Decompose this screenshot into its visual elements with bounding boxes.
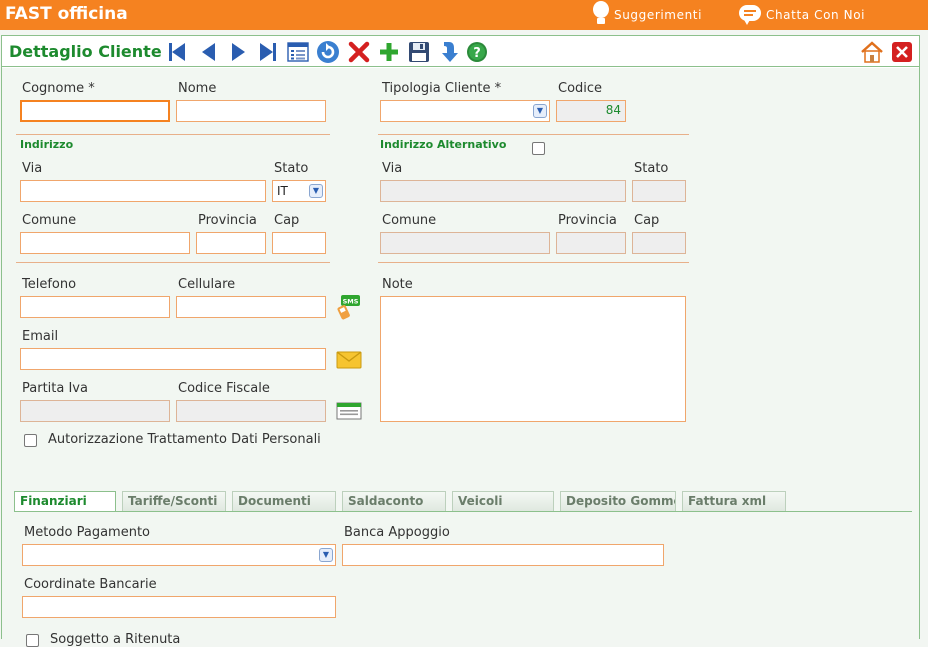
indirizzo-section-title: Indirizzo xyxy=(20,138,74,151)
tab-saldaconto[interactable]: Saldaconto xyxy=(342,491,446,511)
via-input[interactable] xyxy=(20,180,266,202)
nome-label: Nome xyxy=(178,81,217,96)
coordinate-bancarie-label: Coordinate Bancarie xyxy=(24,577,157,592)
divider xyxy=(16,262,330,263)
tax-code-card-icon[interactable] xyxy=(336,401,362,421)
divider xyxy=(16,134,330,135)
suggestions-link[interactable]: Suggerimenti xyxy=(591,0,702,30)
stato-alt-input[interactable] xyxy=(632,180,686,202)
save-icon[interactable] xyxy=(407,40,431,64)
cognome-input[interactable] xyxy=(20,100,170,122)
privacy-label: Autorizzazione Trattamento Dati Personal… xyxy=(48,432,321,447)
stato-select[interactable]: IT ▼ xyxy=(272,180,326,202)
stato-value: IT xyxy=(277,184,288,198)
download-icon[interactable] xyxy=(437,40,461,64)
chat-bubble-icon xyxy=(739,3,763,27)
nome-input[interactable] xyxy=(176,100,326,122)
stato-alt-label: Stato xyxy=(634,161,669,176)
email-input[interactable] xyxy=(20,348,326,370)
piva-label: Partita Iva xyxy=(22,381,88,396)
ritenuta-checkbox[interactable] xyxy=(26,634,39,647)
cap-label: Cap xyxy=(274,213,300,228)
prev-record-icon[interactable] xyxy=(196,40,220,64)
add-icon[interactable] xyxy=(377,40,401,64)
tab-divider xyxy=(14,511,912,512)
cellulare-label: Cellulare xyxy=(178,277,236,292)
comune-alt-label: Comune xyxy=(382,213,437,228)
cap-alt-label: Cap xyxy=(634,213,660,228)
via-alt-label: Via xyxy=(382,161,403,176)
telefono-label: Telefono xyxy=(22,277,77,292)
cf-input[interactable] xyxy=(176,400,326,422)
help-icon[interactable]: ? xyxy=(465,40,489,64)
cognome-label: Cognome * xyxy=(22,81,95,96)
provincia-alt-label: Provincia xyxy=(558,213,617,228)
cap-alt-input[interactable] xyxy=(632,232,686,254)
stato-label: Stato xyxy=(274,161,309,176)
email-label: Email xyxy=(22,329,59,344)
chevron-down-icon: ▼ xyxy=(319,548,333,562)
note-label: Note xyxy=(382,277,413,292)
tab-veicoli[interactable]: Veicoli xyxy=(452,491,554,511)
note-textarea[interactable] xyxy=(380,296,686,422)
banca-appoggio-input[interactable] xyxy=(342,544,664,566)
svg-text:?: ? xyxy=(473,46,481,61)
chevron-down-icon: ▼ xyxy=(533,104,547,118)
client-detail-panel: Dettaglio Cliente ? Cognome * Nome Tipol… xyxy=(1,35,920,647)
refresh-icon[interactable] xyxy=(316,40,340,64)
delete-icon[interactable] xyxy=(347,40,371,64)
metodo-pagamento-label: Metodo Pagamento xyxy=(24,525,150,540)
via-alt-input[interactable] xyxy=(380,180,626,202)
svg-text:SMS: SMS xyxy=(343,298,359,306)
chat-link[interactable]: Chatta Con Noi xyxy=(739,0,865,30)
ritenuta-label: Soggetto a Ritenuta xyxy=(50,632,181,647)
next-record-icon[interactable] xyxy=(226,40,250,64)
provincia-label: Provincia xyxy=(198,213,257,228)
sms-icon[interactable]: SMS xyxy=(336,294,362,320)
tab-fattura-xml[interactable]: Fattura xml xyxy=(682,491,786,511)
tab-finanziari[interactable]: Finanziari xyxy=(14,491,116,512)
close-icon[interactable] xyxy=(890,40,914,64)
banca-appoggio-label: Banca Appoggio xyxy=(344,525,450,540)
provincia-alt-input[interactable] xyxy=(556,232,626,254)
telefono-input[interactable] xyxy=(20,296,170,318)
cf-label: Codice Fiscale xyxy=(178,381,270,396)
metodo-pagamento-select[interactable]: ▼ xyxy=(22,544,336,566)
envelope-icon[interactable] xyxy=(336,350,362,370)
cap-input[interactable] xyxy=(272,232,326,254)
comune-alt-input[interactable] xyxy=(380,232,550,254)
tab-tariffe-sconti[interactable]: Tariffe/Sconti xyxy=(122,491,226,511)
comune-input[interactable] xyxy=(20,232,190,254)
tab-deposito-gomme[interactable]: Deposito Gomme xyxy=(560,491,676,511)
list-icon[interactable] xyxy=(286,40,310,64)
indirizzo-alt-checkbox[interactable] xyxy=(532,142,545,155)
panel-title: Dettaglio Cliente xyxy=(9,42,162,61)
via-label: Via xyxy=(22,161,43,176)
first-record-icon[interactable] xyxy=(165,40,189,64)
lightbulb-icon xyxy=(591,1,611,29)
last-record-icon[interactable] xyxy=(256,40,280,64)
piva-input[interactable] xyxy=(20,400,170,422)
privacy-checkbox[interactable] xyxy=(24,434,37,447)
panel-header: Dettaglio Cliente ? xyxy=(2,36,919,67)
divider xyxy=(378,262,689,263)
home-icon[interactable] xyxy=(860,40,884,64)
indirizzo-alt-section-title: Indirizzo Alternativo xyxy=(380,138,507,151)
cellulare-input[interactable] xyxy=(176,296,326,318)
tab-documenti[interactable]: Documenti xyxy=(232,491,336,511)
codice-label: Codice xyxy=(558,81,603,96)
codice-field: 84 xyxy=(556,100,626,122)
comune-label: Comune xyxy=(22,213,77,228)
provincia-input[interactable] xyxy=(196,232,266,254)
suggestions-label: Suggerimenti xyxy=(614,8,703,22)
app-title: FAST officina xyxy=(5,4,128,24)
chevron-down-icon: ▼ xyxy=(309,184,323,198)
chat-label: Chatta Con Noi xyxy=(766,8,866,22)
tipologia-label: Tipologia Cliente * xyxy=(382,81,502,96)
form-area: Cognome * Nome Tipologia Cliente * Codic… xyxy=(2,68,919,647)
divider xyxy=(378,134,689,135)
top-bar: FAST officina Suggerimenti Chatta Con No… xyxy=(0,0,928,30)
tipologia-select[interactable]: ▼ xyxy=(380,100,550,122)
coordinate-bancarie-input[interactable] xyxy=(22,596,336,618)
